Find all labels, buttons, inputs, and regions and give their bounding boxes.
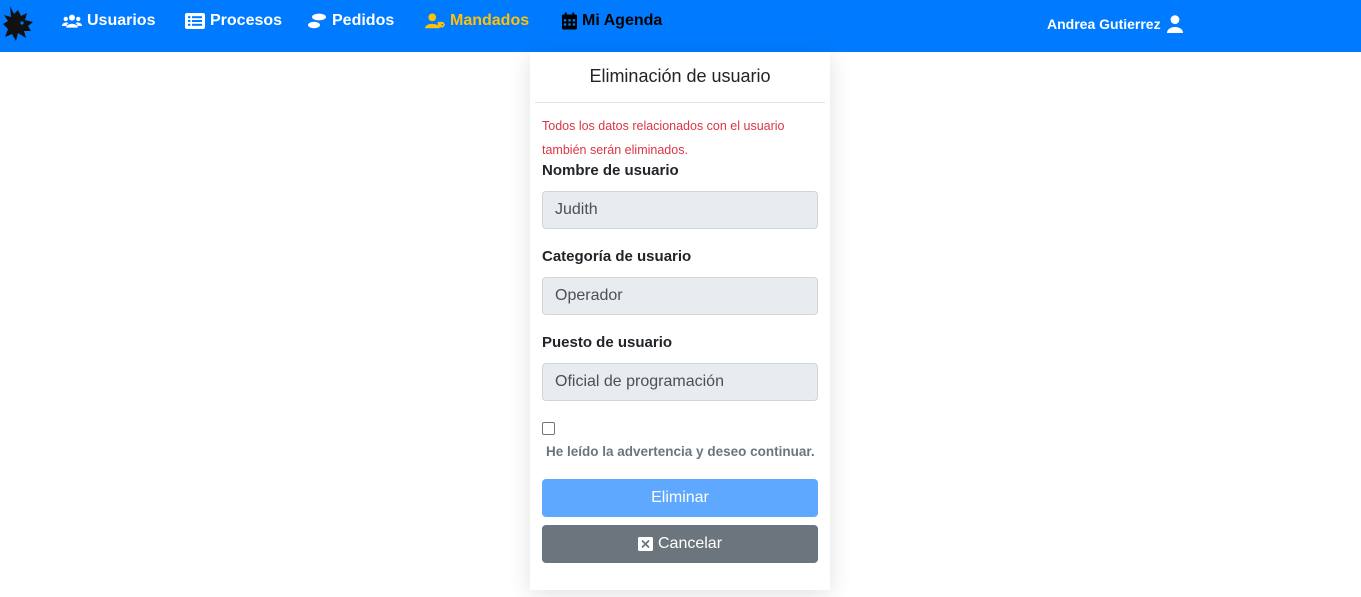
- calendar-icon: [562, 12, 577, 30]
- confirm-label: He leído la advertencia y deseo continua…: [546, 444, 815, 459]
- list-alt-icon: [185, 13, 205, 29]
- nav-label-usuarios: Usuarios: [87, 12, 156, 29]
- nav-item-mi-agenda[interactable]: Mi Agenda: [562, 10, 662, 32]
- wolf-head-logo[interactable]: [2, 4, 34, 42]
- users-icon: [62, 14, 82, 28]
- card-title: Eliminación de usuario: [589, 66, 771, 86]
- delete-user-card: Eliminación de usuario Todos los datos r…: [530, 52, 830, 590]
- nav-label-pedidos: Pedidos: [332, 12, 395, 29]
- nav-label-mandados: Mandados: [450, 12, 530, 29]
- cancel-button[interactable]: Cancelar: [542, 525, 818, 563]
- top-navbar: Usuarios Procesos Pedidos Mandados Mi Ag…: [0, 0, 1361, 52]
- nav-item-usuarios[interactable]: Usuarios: [62, 10, 155, 32]
- close-square-icon: [637, 537, 653, 551]
- username-label: Nombre de usuario: [542, 162, 679, 179]
- delete-button-label: Eliminar: [651, 489, 709, 506]
- category-field: Operador: [542, 277, 818, 315]
- nav-item-pedidos[interactable]: Pedidos: [307, 10, 394, 32]
- position-field: Oficial de programación: [542, 363, 818, 401]
- user-tag-icon: [425, 13, 445, 29]
- username-field: Judith: [542, 191, 818, 229]
- category-label: Categoría de usuario: [542, 248, 692, 265]
- confirm-checkbox[interactable]: [542, 422, 555, 435]
- user-name: Andrea Gutierrez: [1047, 16, 1161, 32]
- nav-item-procesos[interactable]: Procesos: [185, 10, 282, 32]
- warning-message: Todos los datos relacionados con el usua…: [542, 119, 785, 157]
- cancel-button-label: Cancelar: [657, 535, 723, 552]
- nav-label-procesos: Procesos: [210, 12, 283, 29]
- nav-label-mi-agenda: Mi Agenda: [582, 12, 663, 29]
- user-icon: [1166, 15, 1183, 33]
- nav-item-mandados[interactable]: Mandados: [425, 10, 529, 32]
- position-label: Puesto de usuario: [542, 334, 673, 351]
- shoe-prints-icon: [308, 13, 326, 29]
- title-divider: [535, 102, 825, 103]
- user-menu[interactable]: Andrea Gutierrez: [1047, 14, 1183, 34]
- delete-button[interactable]: Eliminar: [542, 479, 818, 517]
